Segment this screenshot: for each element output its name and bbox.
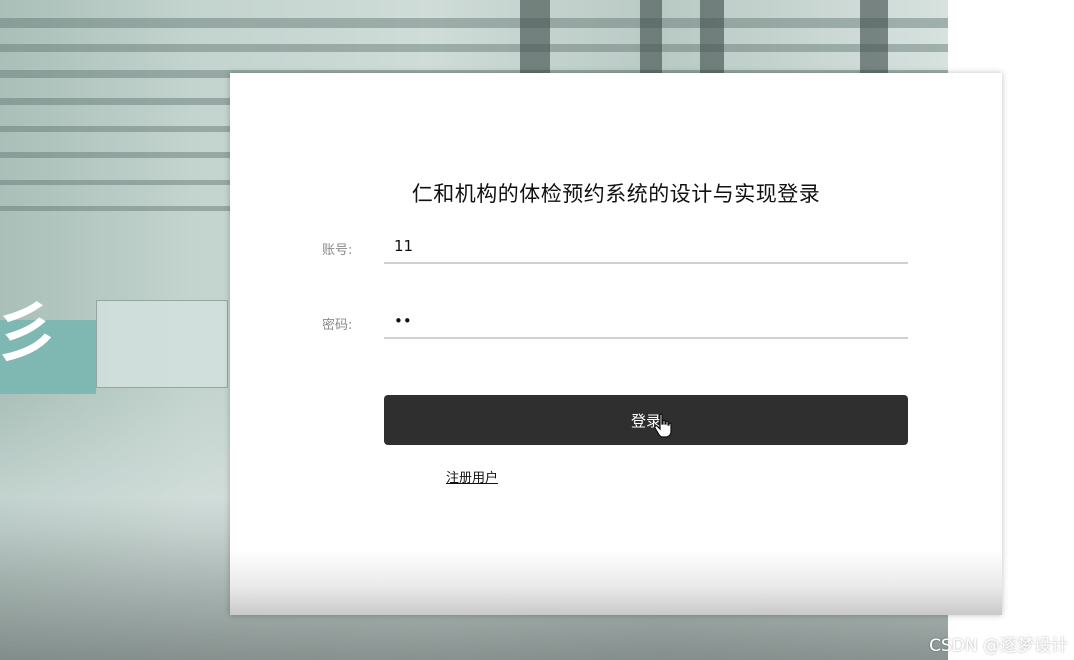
login-button[interactable]: 登录: [384, 395, 908, 445]
hand-pointer-icon: [654, 413, 672, 438]
register-link[interactable]: 注册用户: [446, 467, 498, 486]
login-card: 仁和机构的体检预约系统的设计与实现登录 账号: 密码: 登录 注册用户: [230, 73, 1002, 615]
pillar: [860, 0, 888, 75]
password-label: 密码:: [322, 318, 353, 333]
account-input[interactable]: [384, 230, 908, 264]
ceiling-beam: [0, 18, 948, 28]
account-label: 账号:: [322, 243, 353, 258]
watermark: CSDN @逐梦设计: [929, 636, 1068, 656]
password-input[interactable]: [384, 305, 908, 339]
page-title: 仁和机构的体检预约系统的设计与实现登录: [411, 182, 821, 206]
pillar: [520, 0, 550, 75]
pillar: [700, 0, 724, 75]
background-glyph: 彡: [0, 297, 58, 371]
ceiling-beam: [0, 44, 948, 52]
background-window: [96, 300, 228, 388]
pillar: [640, 0, 662, 75]
